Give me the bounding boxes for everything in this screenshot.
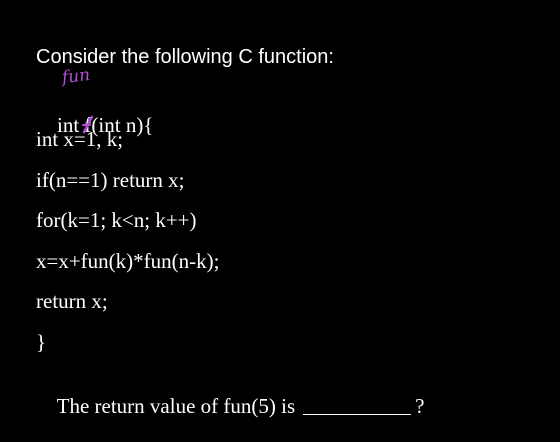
question-text: The return value of fun(5) is bbox=[56, 394, 296, 418]
document-page: Consider the following C function: fun i… bbox=[0, 0, 560, 428]
code-line-6: } bbox=[36, 330, 47, 354]
answer-blank bbox=[303, 414, 412, 415]
question-line: The return value of fun(5) is? bbox=[36, 370, 425, 442]
code-line-1: int x=1, k; bbox=[36, 127, 124, 151]
handwritten-annotation: fun bbox=[60, 65, 92, 88]
code-line-3: for(k=1; k<n; k++) bbox=[36, 208, 197, 232]
code-line-4: x=x+fun(k)*fun(n-k); bbox=[36, 249, 220, 273]
question-suffix: ? bbox=[415, 394, 425, 418]
code-line-5: return x; bbox=[36, 289, 108, 313]
code-line-2: if(n==1) return x; bbox=[36, 168, 185, 192]
